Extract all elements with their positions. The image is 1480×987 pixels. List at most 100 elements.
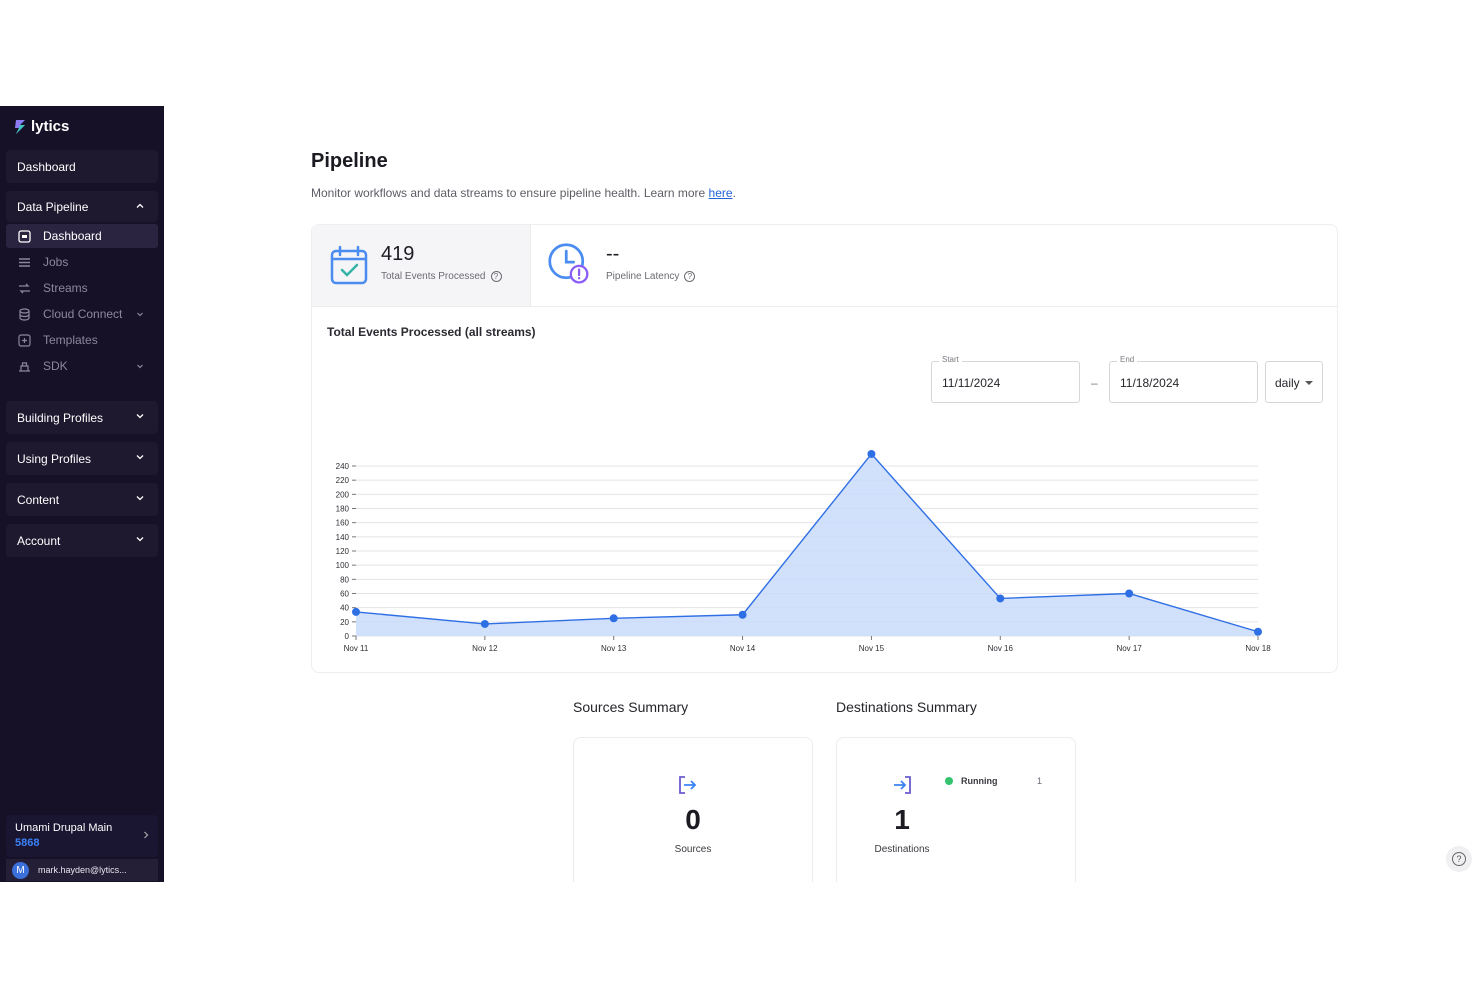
nav-dashboard-label: Dashboard: [17, 159, 76, 174]
question-icon: ?: [1452, 852, 1466, 866]
sidebar-item-templates[interactable]: Templates: [6, 328, 158, 352]
page-bottom: [164, 882, 1480, 987]
y-tick-label: 0: [345, 632, 350, 641]
sign-in-icon: [894, 776, 911, 794]
x-tick-label: Nov 15: [859, 644, 885, 653]
account-name: Umami Drupal Main: [15, 822, 113, 834]
sdk-icon: [19, 361, 30, 372]
sidebar-item-label: Jobs: [43, 255, 69, 269]
y-tick-label: 200: [336, 490, 350, 499]
brand-name: lytics: [31, 118, 70, 135]
chevron-down-icon: [136, 496, 144, 501]
nav-building-profiles-label: Building Profiles: [17, 410, 104, 425]
x-tick-label: Nov 14: [730, 644, 756, 653]
nav-content[interactable]: Content: [6, 483, 158, 516]
sources-count: 0: [685, 804, 701, 835]
sidebar-item-streams[interactable]: Streams: [6, 276, 158, 300]
data-point: [738, 610, 747, 619]
sidebar-item-jobs[interactable]: Jobs: [6, 250, 158, 274]
status-dot: [945, 777, 953, 785]
sidebar-item-label: Cloud Connect: [43, 307, 123, 321]
sidebar-item-dashboard[interactable]: Dashboard: [6, 224, 158, 248]
nav-using-profiles-label: Using Profiles: [17, 451, 92, 466]
nav-using-profiles[interactable]: Using Profiles: [6, 442, 158, 475]
dashboard-icon: [18, 229, 31, 243]
chevron-down-icon: [136, 414, 144, 419]
sidebar-item-cloud-connect[interactable]: Cloud Connect: [6, 302, 158, 326]
destinations-card[interactable]: 1 Destinations Running 1: [836, 737, 1076, 887]
account-switcher[interactable]: Umami Drupal Main 5868: [6, 815, 158, 857]
user-email: mark.hayden@lytics...: [38, 865, 127, 875]
chevron-down-icon: [136, 455, 144, 460]
chevron-right-icon: [144, 831, 149, 839]
template-icon: [18, 333, 31, 347]
page-description: Monitor workflows and data streams to en…: [311, 186, 736, 200]
page-title: Pipeline: [311, 150, 388, 172]
data-point: [1125, 589, 1134, 598]
x-tick-label: Nov 17: [1116, 644, 1142, 653]
x-tick-label: Nov 18: [1245, 644, 1271, 653]
nav-content-label: Content: [17, 492, 60, 507]
y-tick-label: 180: [336, 505, 350, 514]
y-tick-label: 60: [340, 590, 349, 599]
sign-out-icon: [679, 776, 697, 794]
status-badge: Running: [945, 776, 998, 786]
y-tick-label: 160: [336, 519, 350, 528]
destinations-count: 1: [894, 804, 910, 835]
y-tick-label: 20: [340, 618, 349, 627]
sidebar-item-label: Templates: [43, 333, 98, 347]
user-menu[interactable]: M mark.hayden@lytics...: [6, 859, 158, 881]
nav-dashboard[interactable]: Dashboard: [6, 150, 158, 183]
pipeline-card: 419 Total Events Processed ? -- Pipeline…: [311, 224, 1338, 673]
chevron-down-icon: [136, 537, 144, 542]
destinations-label: Destinations: [874, 844, 930, 855]
chevron-up-icon: [136, 203, 144, 208]
chevron-down-icon: [137, 364, 143, 369]
sidebar-item-label: Streams: [43, 281, 88, 295]
data-point: [1254, 627, 1262, 636]
x-tick-label: Nov 12: [472, 644, 498, 653]
sources-summary-title: Sources Summary: [573, 699, 689, 715]
y-tick-label: 100: [336, 561, 350, 570]
data-point: [480, 619, 489, 628]
page-description-end: .: [732, 186, 736, 200]
database-icon: [19, 307, 30, 321]
page-description-text: Monitor workflows and data streams to en…: [311, 186, 709, 200]
y-tick-label: 140: [336, 533, 350, 542]
x-tick-label: Nov 13: [601, 644, 627, 653]
sidebar-item-label: Dashboard: [43, 229, 102, 243]
sidebar-item-sdk[interactable]: SDK: [6, 354, 158, 378]
y-tick-label: 240: [336, 462, 350, 471]
x-tick-label: Nov 16: [988, 644, 1014, 653]
y-tick-label: 80: [340, 575, 349, 584]
events-chart: 0 20 40 60 80 100 120 140 160 180 200 220 240 Nov 11 N…: [336, 449, 1271, 653]
sidebar-item-label: SDK: [43, 359, 68, 373]
x-tick-label: Nov 11: [344, 644, 369, 653]
series-area: [356, 453, 1258, 636]
account-id: 5868: [15, 837, 40, 849]
list-icon: [19, 257, 30, 267]
nav-building-profiles[interactable]: Building Profiles: [6, 401, 158, 434]
y-tick-label: 120: [336, 547, 350, 556]
avatar: M: [12, 861, 29, 879]
nav-data-pipeline[interactable]: Data Pipeline: [6, 191, 158, 222]
status-text: Running: [961, 776, 998, 786]
data-point: [996, 594, 1005, 603]
status-count: 1: [1037, 776, 1043, 786]
nav-data-pipeline-label: Data Pipeline: [17, 199, 89, 214]
sidebar: lytics Dashboard Data Pipeline Dashboard…: [0, 106, 164, 882]
sources-label: Sources: [674, 844, 712, 855]
y-tick-label: 220: [336, 476, 350, 485]
learn-more-link[interactable]: here: [709, 186, 733, 200]
nav-account-label: Account: [17, 533, 61, 548]
nav-account[interactable]: Account: [6, 524, 158, 557]
data-point: [609, 614, 618, 623]
chevron-down-icon: [137, 312, 143, 317]
streams-icon: [19, 283, 30, 293]
lytics-logo[interactable]: lytics: [14, 118, 69, 135]
sources-card[interactable]: 0 Sources: [573, 737, 813, 887]
help-button[interactable]: ?: [1446, 846, 1472, 872]
destinations-summary-title: Destinations Summary: [836, 699, 977, 715]
y-tick-label: 40: [340, 604, 349, 613]
lytics-logo-icon: [15, 119, 25, 134]
